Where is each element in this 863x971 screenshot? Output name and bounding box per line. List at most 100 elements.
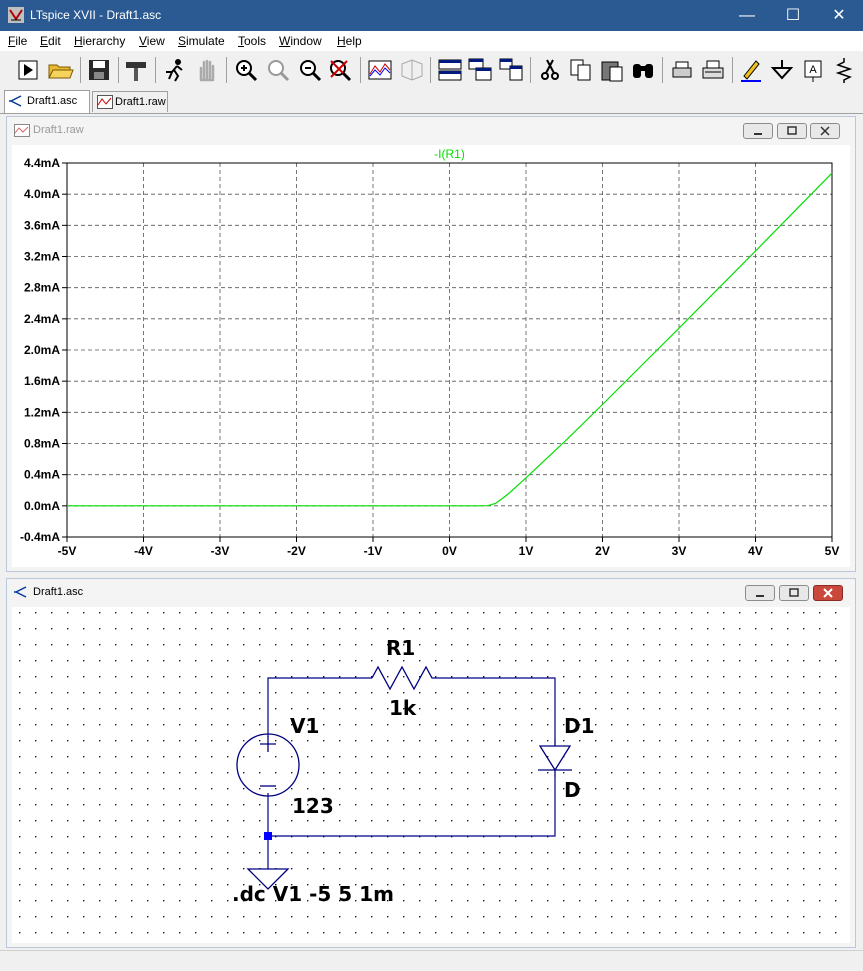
- maximize-button[interactable]: ☐: [770, 0, 816, 31]
- menu-window[interactable]: Window: [279, 34, 322, 48]
- cut-scissors-icon[interactable]: [536, 56, 564, 84]
- wire-junction[interactable]: [264, 832, 272, 840]
- tile-vertical-icon[interactable]: [497, 56, 525, 84]
- print-preview-icon[interactable]: [668, 56, 696, 84]
- x-tick-label: -4V: [134, 544, 153, 558]
- restore-button[interactable]: [779, 585, 809, 601]
- toolbar-separator: [80, 57, 81, 83]
- x-tick-label: 3V: [672, 544, 687, 558]
- y-tick-label: 0.0mA: [24, 499, 60, 513]
- x-tick-label: -2V: [287, 544, 306, 558]
- svg-text:A: A: [809, 64, 817, 76]
- y-tick-label: 1.2mA: [24, 405, 60, 419]
- toolbar-separator: [530, 57, 531, 83]
- control-panel-hammer-icon[interactable]: [122, 56, 150, 84]
- waveform-icon: [14, 124, 30, 137]
- spice-directive[interactable]: .dc V1 -5 5 1m: [232, 882, 394, 906]
- trace-title[interactable]: -I(R1): [434, 147, 465, 161]
- print-icon[interactable]: [699, 56, 727, 84]
- resistor-component-icon[interactable]: [830, 56, 858, 84]
- y-tick-label: 1.6mA: [24, 374, 60, 388]
- y-tick-label: 0.8mA: [24, 437, 60, 451]
- menu-view[interactable]: View: [139, 34, 165, 48]
- ltspice-logo-icon: [8, 7, 24, 23]
- grid-dots: [12, 607, 850, 943]
- open-folder-icon[interactable]: [46, 56, 74, 84]
- status-bar: [0, 950, 863, 971]
- tile-horizontal-icon[interactable]: [436, 56, 464, 84]
- schematic-icon: [9, 95, 22, 107]
- pan-zoom-icon[interactable]: [264, 56, 292, 84]
- y-tick-label: 2.4mA: [24, 312, 60, 326]
- schematic-canvas[interactable]: R1 1k V1 123 D1 D .dc V1 -5 5 1m: [12, 607, 850, 943]
- menu-bar: File Edit Hierarchy View Simulate Tools …: [0, 31, 863, 51]
- toolbar-separator: [155, 57, 156, 83]
- save-icon[interactable]: [85, 56, 113, 84]
- schematic-icon: [14, 586, 27, 598]
- restore-button[interactable]: [777, 123, 807, 139]
- toolbar-separator: [430, 57, 431, 83]
- waveform-icon: [97, 95, 113, 109]
- menu-simulate[interactable]: Simulate: [178, 34, 225, 48]
- schematic-window-titlebar: Draft1.asc: [7, 579, 855, 605]
- resistor-value-label[interactable]: 1k: [389, 696, 417, 720]
- diode-name-label[interactable]: D1: [564, 714, 595, 738]
- y-tick-label: 0.4mA: [24, 468, 60, 482]
- toolbar-separator: [360, 57, 361, 83]
- draw-wire-pencil-icon[interactable]: [737, 56, 765, 84]
- diode-value-label[interactable]: D: [564, 778, 581, 802]
- tab-draft1-raw[interactable]: Draft1.raw: [92, 91, 168, 112]
- source-name-label[interactable]: V1: [290, 714, 319, 738]
- y-tick-label: 4.0mA: [24, 187, 60, 201]
- toolbar-separator: [118, 57, 119, 83]
- close-button[interactable]: [810, 123, 840, 139]
- x-tick-label: -1V: [364, 544, 383, 558]
- find-binoculars-icon[interactable]: [629, 56, 657, 84]
- schematic-window-title: Draft1.asc: [33, 586, 84, 598]
- menu-file[interactable]: File: [8, 34, 27, 48]
- y-tick-label: 3.6mA: [24, 218, 60, 232]
- close-button[interactable]: [813, 585, 843, 601]
- tab-draft1-asc[interactable]: Draft1.asc: [4, 90, 90, 113]
- label-net-icon[interactable]: A: [799, 56, 827, 84]
- waveform-window-titlebar: Draft1.raw: [7, 117, 855, 143]
- zoom-in-icon[interactable]: [232, 56, 260, 84]
- plot-pane[interactable]: -5V -4V -3V -2V -1V 0V 1V 2V 3V 4V 5V -0.4mA 0.0mA 0.…: [12, 145, 850, 567]
- source-value-label[interactable]: 123: [292, 794, 334, 818]
- schematic-drawing[interactable]: R1 1k V1 123 D1 D .dc V1 -5 5 1m: [12, 607, 850, 943]
- zoom-fit-icon[interactable]: [326, 56, 354, 84]
- cascade-windows-icon[interactable]: [466, 56, 494, 84]
- close-button[interactable]: ✕: [816, 0, 862, 31]
- y-tick-label: 2.0mA: [24, 343, 60, 357]
- tab-label: Draft1.raw: [115, 96, 166, 108]
- y-tick-label: 4.4mA: [24, 156, 60, 170]
- menu-tools[interactable]: Tools: [238, 34, 266, 48]
- title-bar: LTspice XVII - Draft1.asc — ☐ ✕: [0, 0, 863, 31]
- autorange-waveform-icon[interactable]: [366, 56, 394, 84]
- menu-hierarchy[interactable]: Hierarchy: [74, 34, 125, 48]
- run-simulation-runner-icon[interactable]: [160, 56, 188, 84]
- copy-icon[interactable]: [567, 56, 595, 84]
- y-tick-label: -0.4mA: [20, 530, 60, 544]
- menu-help[interactable]: Help: [337, 34, 362, 48]
- minimize-button[interactable]: [743, 123, 773, 139]
- y-tick-label: 2.8mA: [24, 281, 60, 295]
- zoom-out-icon[interactable]: [296, 56, 324, 84]
- toolbar: A: [0, 51, 863, 90]
- minimize-button[interactable]: —: [724, 0, 770, 31]
- tab-label: Draft1.asc: [27, 95, 78, 107]
- menu-edit[interactable]: Edit: [40, 34, 61, 48]
- toolbar-separator: [732, 57, 733, 83]
- halt-hand-icon[interactable]: [193, 56, 221, 84]
- minimize-button[interactable]: [745, 585, 775, 601]
- toolbar-separator: [226, 57, 227, 83]
- x-tick-label: 4V: [748, 544, 763, 558]
- run-icon[interactable]: [14, 56, 42, 84]
- paste-icon[interactable]: [598, 56, 626, 84]
- x-tick-label: -5V: [58, 544, 77, 558]
- resistor-name-label[interactable]: R1: [386, 636, 415, 660]
- waveform-plot[interactable]: -5V -4V -3V -2V -1V 0V 1V 2V 3V 4V 5V -0.4mA 0.0mA 0.…: [12, 145, 850, 567]
- schematic-window: Draft1.asc R1 1k V1 123 D1 D .dc V1 -5 5…: [6, 578, 856, 948]
- schematic-3d-icon[interactable]: [398, 56, 426, 84]
- ground-symbol-icon[interactable]: [768, 56, 796, 84]
